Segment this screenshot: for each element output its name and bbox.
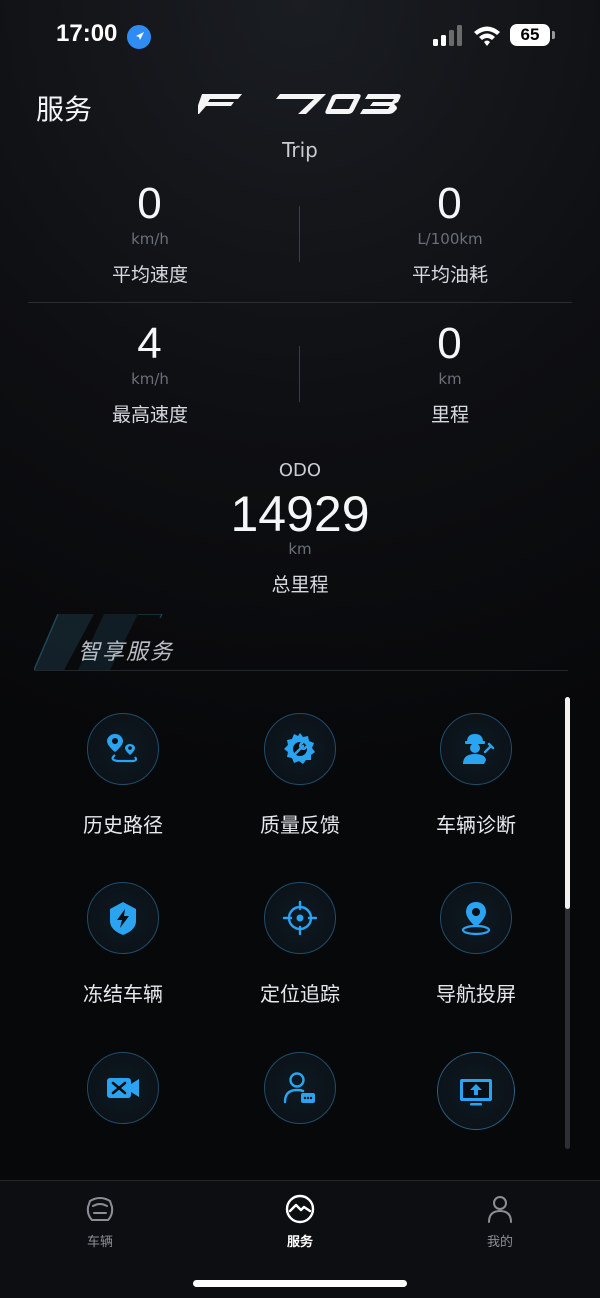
service-label: 质量反馈 xyxy=(260,813,340,837)
odo-label: ODO xyxy=(278,460,322,481)
status-time: 17:00 xyxy=(56,20,118,47)
lightning-shield-icon xyxy=(110,902,136,935)
avg-speed-value: 0 xyxy=(137,179,163,228)
wifi-icon xyxy=(474,26,500,46)
target-icon xyxy=(282,900,318,936)
odo-total-label: 总里程 xyxy=(271,574,329,596)
service-label: 定位追踪 xyxy=(260,982,340,1006)
page-title: 服务 xyxy=(36,93,93,126)
tab-mine[interactable]: 我的 xyxy=(440,1193,560,1250)
mileage-value: 0 xyxy=(437,319,463,368)
avg-speed-stat: 0 km/h 平均速度 xyxy=(0,180,300,287)
service-quality-feedback[interactable]: 质量反馈 xyxy=(210,713,390,838)
stats-row-divider xyxy=(28,302,572,303)
section-title: 智享服务 xyxy=(78,640,175,665)
tab-service[interactable]: 服务 xyxy=(240,1193,360,1250)
service-label: 车辆诊断 xyxy=(436,813,516,837)
mileage-label: 里程 xyxy=(430,404,469,426)
user-icon xyxy=(488,1196,512,1223)
battery-tip xyxy=(552,31,555,39)
service-label: 导航投屏 xyxy=(436,982,516,1006)
service-vehicle-diagnosis[interactable]: 车辆诊断 xyxy=(386,713,566,838)
scrollbar-thumb[interactable] xyxy=(565,697,570,909)
tab-label: 服务 xyxy=(286,1235,313,1250)
service-location-tracking[interactable]: 定位追踪 xyxy=(210,882,390,1007)
mechanic-icon xyxy=(463,734,495,764)
service-label: 历史路径 xyxy=(83,813,163,837)
avg-fuel-unit: L/100km xyxy=(417,230,483,248)
service-label: 冻结车辆 xyxy=(83,982,163,1006)
service-freeze-vehicle[interactable]: 冻结车辆 xyxy=(33,882,213,1007)
max-speed-value: 4 xyxy=(137,319,163,368)
screen: 17:00 65 服务 Trip 0 km/h 平均速度 0 L/100km 平… xyxy=(0,0,600,1298)
service-icon xyxy=(285,1194,315,1224)
trip-label: Trip xyxy=(282,138,318,162)
tab-vehicle[interactable]: 车辆 xyxy=(40,1193,160,1250)
route-icon xyxy=(107,734,138,763)
services-scrollbar[interactable] xyxy=(565,697,570,1149)
max-speed-stat: 4 km/h 最高速度 xyxy=(0,320,300,427)
wrench-gear-icon xyxy=(284,733,315,764)
service-screen-upload[interactable] xyxy=(386,1052,566,1154)
home-indicator xyxy=(193,1280,407,1287)
battery-level: 65 xyxy=(510,24,550,46)
service-history-route[interactable]: 历史路径 xyxy=(33,713,213,838)
brand-logo xyxy=(198,94,401,114)
user-chat-icon xyxy=(283,1072,315,1104)
tab-label: 车辆 xyxy=(86,1235,113,1250)
avg-fuel-stat: 0 L/100km 平均油耗 xyxy=(300,180,600,287)
odo-unit: km xyxy=(288,540,312,558)
vehicle-icon xyxy=(86,1197,114,1221)
video-tools-icon xyxy=(107,1078,139,1098)
location-arrow-icon xyxy=(127,25,151,49)
service-video-tools[interactable] xyxy=(33,1052,213,1148)
service-navigation-cast[interactable]: 导航投屏 xyxy=(386,882,566,1007)
screen-upload-icon xyxy=(460,1079,492,1106)
avg-speed-label: 平均速度 xyxy=(111,264,188,286)
map-pin-icon xyxy=(461,902,491,936)
avg-fuel-label: 平均油耗 xyxy=(411,264,488,286)
avg-fuel-value: 0 xyxy=(437,179,463,228)
cellular-signal-icon xyxy=(433,25,462,46)
tab-label: 我的 xyxy=(486,1235,513,1250)
max-speed-label: 最高速度 xyxy=(111,404,188,426)
status-bar: 17:00 65 xyxy=(0,0,600,72)
odo-value: 14929 xyxy=(230,486,370,542)
mileage-unit: km xyxy=(438,370,462,388)
section-divider xyxy=(34,670,568,671)
avg-speed-unit: km/h xyxy=(131,230,169,248)
mileage-stat: 0 km 里程 xyxy=(300,320,600,427)
max-speed-unit: km/h xyxy=(131,370,169,388)
service-customer-support[interactable] xyxy=(210,1052,390,1148)
